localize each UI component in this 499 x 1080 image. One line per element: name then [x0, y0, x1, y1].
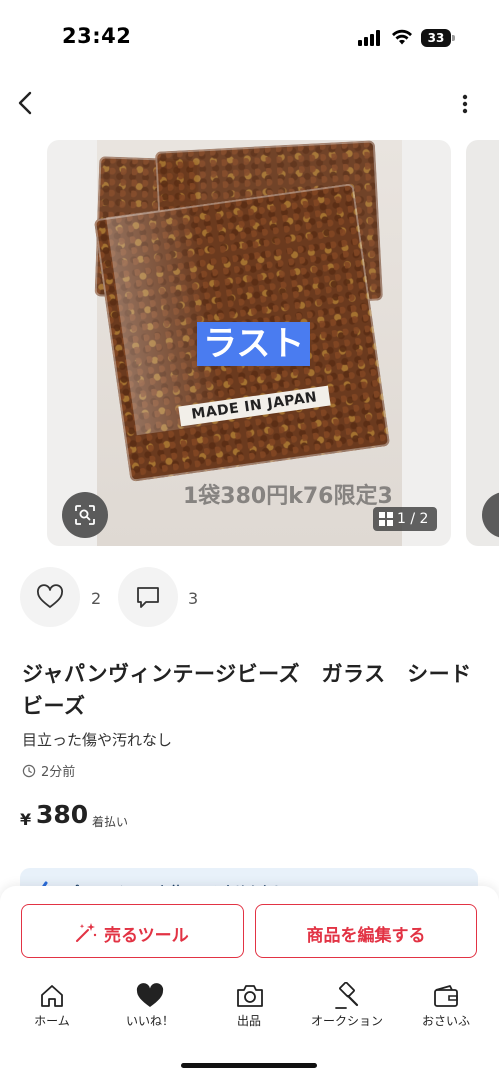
battery-icon: 33 [421, 29, 455, 47]
sell-tool-button[interactable]: 売るツール [21, 904, 244, 958]
next-image-slide[interactable] [466, 140, 499, 546]
tab-home-label: ホーム [34, 1014, 70, 1028]
image-search-button[interactable] [62, 492, 108, 538]
bottom-action-sheet: 売るツール 商品を編集する ホーム いいね！ 出品 オークション おさいふ [0, 886, 499, 1080]
bottom-tab-bar: ホーム いいね！ 出品 オークション おさいふ [0, 978, 499, 1038]
posted-time: 2分前 [41, 765, 76, 780]
status-bar: 23:42 33 [0, 0, 499, 76]
like-button[interactable] [20, 567, 80, 627]
tab-sell[interactable]: 出品 [199, 978, 299, 1038]
tab-home[interactable]: ホーム [2, 978, 102, 1038]
image-counter-badge: 1 / 2 [373, 507, 437, 531]
product-photo: ラスト MADE IN JAPAN 1袋380円k76限定3 [93, 140, 402, 546]
heart-outline-icon [37, 584, 63, 608]
price-currency: ¥ [20, 810, 32, 829]
comment-icon [137, 587, 159, 608]
more-vertical-icon[interactable] [455, 92, 475, 116]
back-chevron-icon[interactable] [14, 90, 38, 116]
image-search-button-next[interactable] [482, 492, 499, 538]
item-condition: 目立った傷や汚れなし [22, 731, 173, 749]
gavel-icon [335, 982, 359, 1009]
tab-likes-label: いいね！ [125, 1014, 174, 1028]
camera-icon [237, 985, 263, 1007]
photo-tag-last: ラスト [197, 322, 311, 366]
sell-tool-label: 売るツール [104, 926, 189, 946]
cellular-signal-icon [358, 30, 382, 46]
grid-icon [379, 512, 393, 526]
like-count: 2 [91, 589, 102, 608]
comment-count: 3 [188, 589, 199, 608]
edit-item-label: 商品を編集する [306, 926, 426, 946]
edit-item-button[interactable]: 商品を編集する [255, 904, 477, 958]
item-detail-screen: 23:42 33 ラスト MADE IN JAPAN 1袋380円k76限定3 … [0, 0, 499, 1080]
tab-auction[interactable]: オークション [297, 978, 397, 1038]
tab-wallet-label: おさいふ [421, 1014, 470, 1028]
comment-button[interactable] [118, 567, 178, 627]
image-counter-text: 1 / 2 [397, 511, 429, 527]
home-icon [41, 985, 63, 1007]
magic-wand-icon [76, 923, 97, 942]
clock-icon [22, 764, 36, 778]
heart-filled-icon [136, 983, 164, 1007]
image-carousel[interactable]: ラスト MADE IN JAPAN 1袋380円k76限定3 1 / 2 [0, 140, 499, 548]
wifi-icon [392, 29, 412, 45]
home-indicator [181, 1063, 317, 1068]
tab-auction-label: オークション [310, 1014, 383, 1028]
price-value: 380 [36, 800, 89, 829]
tab-wallet[interactable]: おさいふ [396, 978, 496, 1038]
wallet-icon [434, 985, 458, 1007]
status-time: 23:42 [62, 24, 132, 48]
battery-level: 33 [427, 31, 445, 45]
item-title: ジャパンヴィンテージビーズ ガラス シードビーズ [22, 662, 472, 718]
image-search-icon [75, 505, 95, 525]
shipping-method: 着払い [92, 815, 129, 829]
product-image-slide[interactable]: ラスト MADE IN JAPAN 1袋380円k76限定3 1 / 2 [47, 140, 451, 546]
tab-likes[interactable]: いいね！ [100, 978, 200, 1038]
tab-sell-label: 出品 [236, 1014, 261, 1028]
photo-price-note: 1袋380円k76限定3 [183, 484, 393, 509]
